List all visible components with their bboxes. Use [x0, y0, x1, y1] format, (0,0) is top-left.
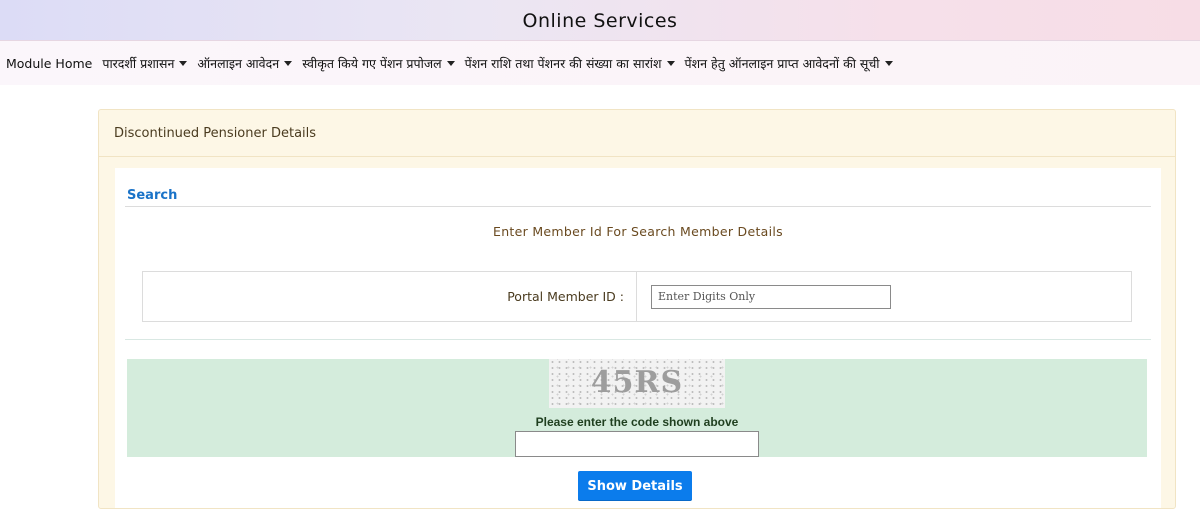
- main-nav: Module Home पारदर्शी प्रशासन ऑनलाइन आवेद…: [0, 41, 1200, 85]
- nav-item-module-home[interactable]: Module Home: [6, 56, 92, 71]
- nav-item-transparent-administration[interactable]: पारदर्शी प्रशासन: [102, 55, 188, 72]
- search-panel: Search Enter Member Id For Search Member…: [115, 168, 1161, 508]
- member-id-row: Portal Member ID :: [142, 271, 1132, 322]
- captcha-input[interactable]: [515, 431, 759, 457]
- caret-down-icon: [666, 60, 675, 66]
- nav-item-label: पारदर्शी प्रशासन: [102, 55, 175, 71]
- nav-item-label: ऑनलाइन आवेदन: [197, 55, 280, 71]
- nav-item-label: पेंशन हेतु ऑनलाइन प्राप्त आवेदनों की सूच…: [684, 55, 880, 71]
- discontinued-pensioner-card: Discontinued Pensioner Details Search En…: [98, 109, 1176, 509]
- nav-item-online-applications-list[interactable]: पेंशन हेतु ऑनलाइन प्राप्त आवेदनों की सूच…: [685, 55, 893, 72]
- show-details-button[interactable]: Show Details: [578, 471, 692, 501]
- member-id-label: Portal Member ID :: [143, 272, 637, 321]
- nav-item-approved-pension-proposals[interactable]: स्वीकृत किये गए पेंशन प्रपोजल: [302, 55, 455, 72]
- nav-item-pension-summary[interactable]: पेंशन राशि तथा पेंशनर की संख्या का सारां…: [465, 55, 675, 72]
- captcha-prompt: Please enter the code shown above: [535, 415, 739, 429]
- captcha-image: 45RS: [549, 359, 725, 408]
- captcha-panel: 45RS Please enter the code shown above: [127, 359, 1147, 457]
- search-instruction: Enter Member Id For Search Member Detail…: [493, 224, 783, 239]
- app-header: Online Services: [0, 0, 1200, 41]
- caret-down-icon: [179, 60, 188, 66]
- card-title: Discontinued Pensioner Details: [99, 110, 1175, 157]
- caret-down-icon: [284, 60, 293, 66]
- nav-item-online-application[interactable]: ऑनलाइन आवेदन: [197, 55, 293, 72]
- nav-item-label: स्वीकृत किये गए पेंशन प्रपोजल: [302, 55, 442, 71]
- section-divider: [125, 339, 1151, 340]
- search-section-title: Search: [127, 188, 178, 203]
- page-title: Online Services: [522, 10, 678, 32]
- nav-item-label: पेंशन राशि तथा पेंशनर की संख्या का सारां…: [464, 55, 662, 71]
- captcha-code: 45RS: [590, 365, 684, 400]
- section-divider: [125, 206, 1151, 207]
- member-id-input[interactable]: [651, 284, 891, 309]
- caret-down-icon: [884, 60, 893, 66]
- caret-down-icon: [446, 60, 455, 66]
- member-id-input-cell: [637, 272, 891, 321]
- nav-item-label: Module Home: [6, 55, 93, 71]
